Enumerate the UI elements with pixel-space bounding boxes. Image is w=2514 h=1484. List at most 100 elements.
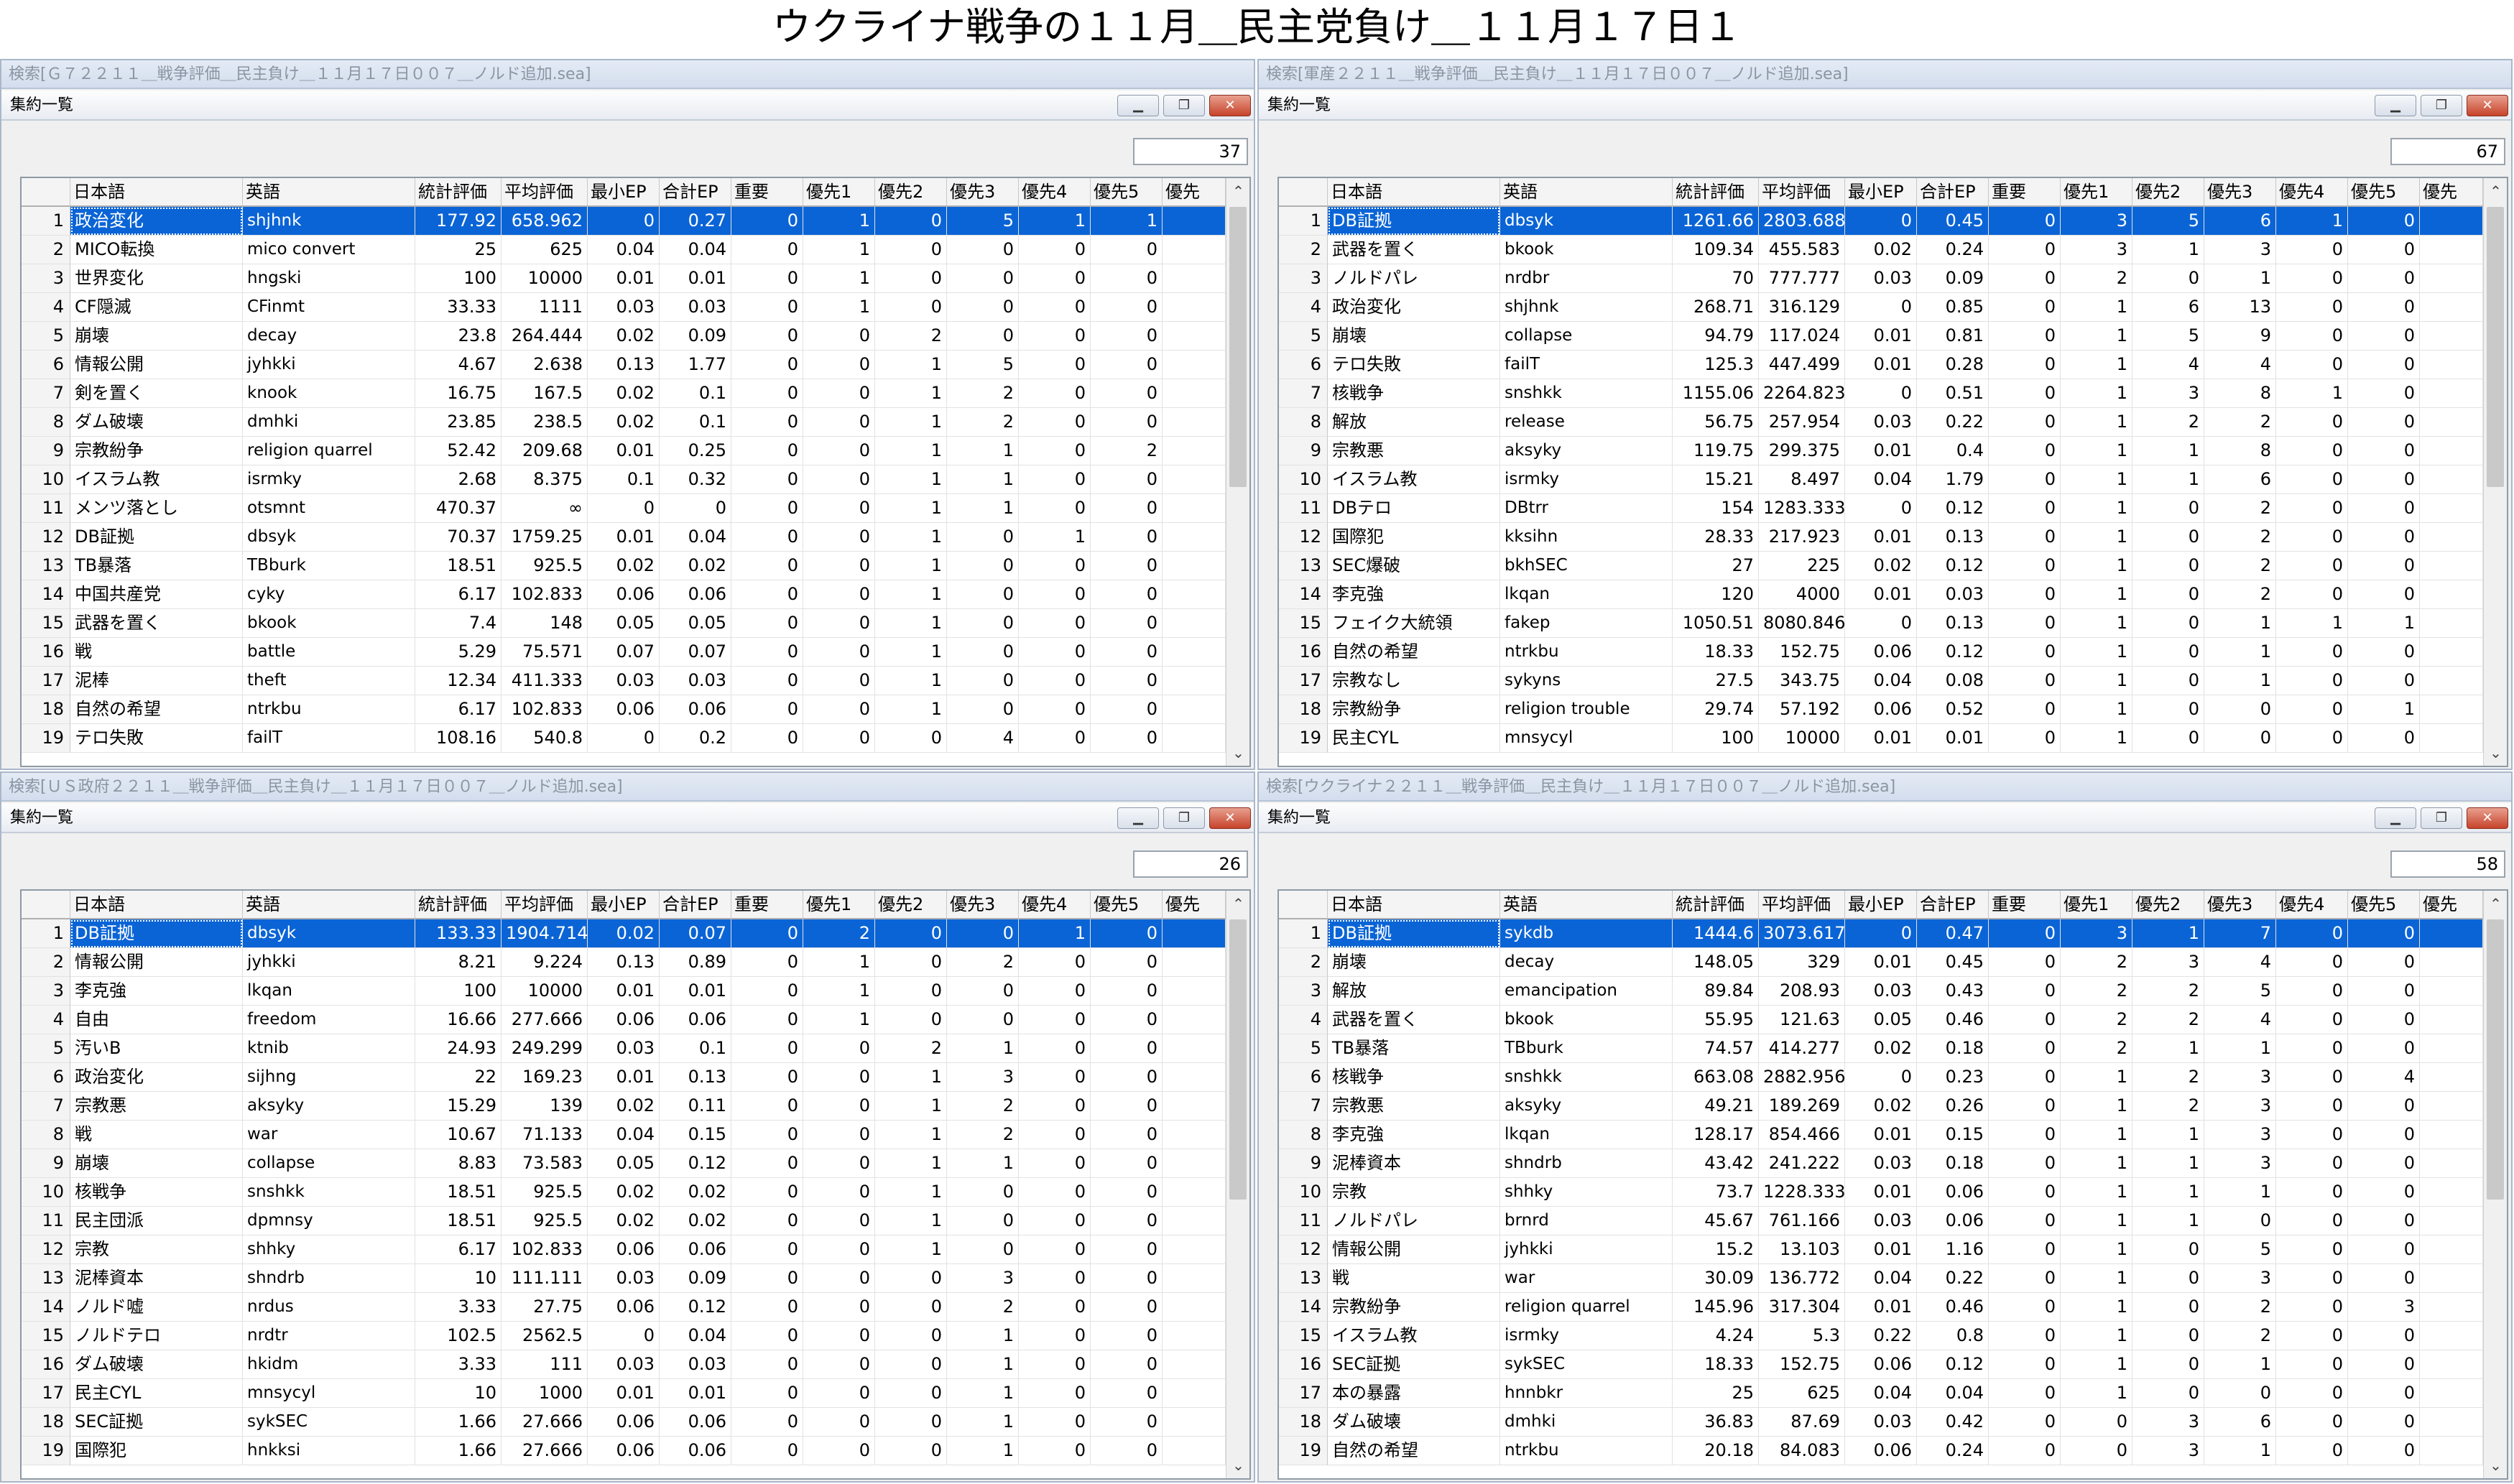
column-header[interactable]: 平均評価 [1759, 891, 1845, 919]
scroll-thumb[interactable] [1229, 919, 1247, 1200]
column-header[interactable]: 優先 [1163, 178, 1226, 207]
table-row[interactable]: 5 崩壊 collapse 94.79 117.024 0.01 0.81 0 1 5 9 0 0 [1279, 322, 2483, 351]
table-row[interactable]: 3 解放 emancipation 89.84 208.93 0.03 0.43 0 2 2 5 0 0 [1279, 977, 2483, 1006]
column-header[interactable]: 合計EP [1917, 891, 1989, 919]
table-row[interactable]: 7 宗教悪 aksyky 49.21 189.269 0.02 0.26 0 1 2 3 0 0 [1279, 1092, 2483, 1121]
table-row[interactable]: 18 ダム破壊 dmhki 36.83 87.69 0.03 0.42 0 0 3 6 0 0 [1279, 1408, 2483, 1437]
column-header[interactable]: 優先2 [875, 891, 947, 919]
column-header[interactable]: 優先3 [2204, 178, 2276, 207]
column-header[interactable]: 統計評価 [1673, 178, 1759, 207]
column-header[interactable]: 英語 [1500, 891, 1673, 919]
table-row[interactable]: 19 自然の希望 ntrkbu 20.18 84.083 0.06 0.24 0 0 3 1 0 0 [1279, 1437, 2483, 1465]
vertical-scrollbar[interactable]: ⌃ ⌄ [1226, 178, 1249, 766]
column-header[interactable]: 優先5 [1091, 891, 1163, 919]
column-header[interactable]: 最小EP [1845, 178, 1917, 207]
table-row[interactable]: 4 政治変化 shjhnk 268.71 316.129 0 0.85 0 1 6 13 0 0 [1279, 293, 2483, 322]
table-row[interactable]: 7 核戦争 snshkk 1155.06 2264.823 0 0.51 0 1 3 8 1 0 [1279, 379, 2483, 408]
scroll-thumb[interactable] [1229, 207, 1247, 487]
column-header[interactable]: 英語 [1500, 178, 1673, 207]
close-button[interactable]: ✕ [1209, 95, 1251, 116]
table-row[interactable]: 19 民主CYL mnsycyl 100 10000 0.01 0.01 0 1 0 0 0 0 [1279, 724, 2483, 753]
column-header[interactable]: 重要 [731, 891, 803, 919]
column-header[interactable]: 日本語 [70, 178, 243, 207]
column-header[interactable]: 優先3 [947, 178, 1019, 207]
close-button[interactable]: ✕ [2467, 807, 2508, 829]
minimize-button[interactable]: ▁ [2375, 807, 2416, 829]
column-header[interactable]: 合計EP [660, 178, 731, 207]
restore-button[interactable]: ❐ [2421, 807, 2462, 829]
scroll-down-icon[interactable]: ⌄ [2484, 740, 2508, 766]
scroll-down-icon[interactable]: ⌄ [1226, 1452, 1250, 1478]
table-row[interactable]: 14 ノルド嘘 nrdus 3.33 27.75 0.06 0.12 0 0 0 2 0 0 [22, 1293, 1226, 1322]
table-row[interactable]: 18 SEC証拠 sykSEC 1.66 27.666 0.06 0.06 0 0 0 1 0 0 [22, 1408, 1226, 1437]
table-row[interactable]: 9 宗教紛争 religion quarrel 52.42 209.68 0.01 0.25… [22, 437, 1226, 465]
minimize-button[interactable]: ▁ [2375, 95, 2416, 116]
table-row[interactable]: 13 戦 war 30.09 136.772 0.04 0.22 0 1 0 3 0 0 [1279, 1264, 2483, 1293]
table-row[interactable]: 14 宗教紛争 religion quarrel 145.96 317.304 0.01 0… [1279, 1293, 2483, 1322]
table-row[interactable]: 3 ノルドパレ nrdbr 70 777.777 0.03 0.09 0 2 0 1 0 0 [1279, 264, 2483, 293]
column-header[interactable]: 重要 [731, 178, 803, 207]
table-row[interactable]: 12 情報公開 jyhkki 15.2 13.103 0.01 1.16 0 1 0 5 0 0 [1279, 1235, 2483, 1264]
column-header[interactable]: 優先2 [875, 178, 947, 207]
column-header[interactable]: 日本語 [70, 891, 243, 919]
restore-button[interactable]: ❐ [1163, 807, 1205, 829]
column-header[interactable]: 優先3 [947, 891, 1019, 919]
table-row[interactable]: 16 自然の希望 ntrkbu 18.33 152.75 0.06 0.12 0 1 0 1 0 0 [1279, 638, 2483, 667]
window-titlebar[interactable]: 集約一覧 ▁ ❐ ✕ [1, 91, 1254, 121]
table-row[interactable]: 11 ノルドパレ brnrd 45.67 761.166 0.03 0.06 0 1 1 0 0 0 [1279, 1207, 2483, 1235]
column-header[interactable]: 優先3 [2204, 891, 2276, 919]
table-row[interactable]: 6 政治変化 sijhng 22 169.23 0.01 0.13 0 0 1 3 0 0 [22, 1063, 1226, 1092]
column-header[interactable]: 重要 [1989, 891, 2061, 919]
table-row[interactable]: 1 政治変化 shjhnk 177.92 658.962 0 0.27 0 1 0 5 1 1 [22, 207, 1226, 236]
column-header[interactable]: 優先1 [803, 891, 875, 919]
column-header[interactable]: 優先2 [2132, 891, 2204, 919]
column-header[interactable] [1279, 891, 1328, 919]
vertical-scrollbar[interactable]: ⌃ ⌄ [1226, 891, 1249, 1478]
column-header[interactable]: 英語 [243, 891, 415, 919]
column-header[interactable]: 日本語 [1328, 891, 1500, 919]
column-header[interactable]: 最小EP [1845, 891, 1917, 919]
table-row[interactable]: 5 TB暴落 TBburk 74.57 414.277 0.02 0.18 0 2 1 1 0 0 [1279, 1034, 2483, 1063]
table-row[interactable]: 3 世界変化 hngski 100 10000 0.01 0.01 0 1 0 0 0 0 [22, 264, 1226, 293]
restore-button[interactable]: ❐ [2421, 95, 2462, 116]
column-header[interactable]: 優先4 [2276, 178, 2348, 207]
column-header[interactable]: 優先 [2420, 178, 2483, 207]
table-row[interactable]: 7 宗教悪 aksyky 15.29 139 0.02 0.11 0 0 1 2 0 0 [22, 1092, 1226, 1121]
close-button[interactable]: ✕ [1209, 807, 1251, 829]
scroll-up-icon[interactable]: ⌃ [2484, 178, 2508, 204]
table-row[interactable]: 5 崩壊 decay 23.8 264.444 0.02 0.09 0 0 2 0 0 0 [22, 322, 1226, 351]
column-header[interactable]: 優先1 [2061, 891, 2132, 919]
table-row[interactable]: 8 戦 war 10.67 71.133 0.04 0.15 0 0 1 2 0 0 [22, 1121, 1226, 1149]
column-header[interactable]: 英語 [243, 178, 415, 207]
table-row[interactable]: 10 イスラム教 isrmky 2.68 8.375 0.1 0.32 0 0 1 1 0 0 [22, 465, 1226, 494]
column-header[interactable]: 合計EP [1917, 178, 1989, 207]
table-row[interactable]: 2 武器を置く bkook 109.34 455.583 0.02 0.24 0 3 1 3 0 0 [1279, 236, 2483, 264]
table-row[interactable]: 1 DB証拠 dbsyk 1261.66 2803.688 0 0.45 0 3 5 6 1 0 [1279, 207, 2483, 236]
column-header[interactable]: 優先 [1163, 891, 1226, 919]
column-header[interactable]: 合計EP [660, 891, 731, 919]
table-row[interactable]: 15 武器を置く bkook 7.4 148 0.05 0.05 0 0 1 0 0 0 [22, 609, 1226, 638]
column-header[interactable]: 優先5 [2348, 891, 2420, 919]
table-row[interactable]: 11 メンツ落とし otsmnt 470.37 ∞ 0 0 0 0 1 1 0 0 [22, 494, 1226, 523]
column-header[interactable]: 統計評価 [415, 178, 502, 207]
table-row[interactable]: 10 宗教 shhky 73.7 1228.333 0.01 0.06 0 1 1 1 0 0 [1279, 1178, 2483, 1207]
table-row[interactable]: 9 崩壊 collapse 8.83 73.583 0.05 0.12 0 0 1 1 0 0 [22, 1149, 1226, 1178]
column-header[interactable] [22, 891, 70, 919]
column-header[interactable]: 平均評価 [502, 891, 588, 919]
table-row[interactable]: 15 フェイク大統領 fakep 1050.51 8080.846 0 0.13 0 1 0 1 1 1 [1279, 609, 2483, 638]
table-row[interactable]: 4 武器を置く bkook 55.95 121.63 0.05 0.46 0 2 2 4 0 0 [1279, 1006, 2483, 1034]
column-header[interactable]: 優先1 [2061, 178, 2132, 207]
column-header[interactable]: 平均評価 [502, 178, 588, 207]
table-row[interactable]: 12 宗教 shhky 6.17 102.833 0.06 0.06 0 0 1 0 0 0 [22, 1235, 1226, 1264]
table-row[interactable]: 17 泥棒 theft 12.34 411.333 0.03 0.03 0 0 1 0 0 0 [22, 667, 1226, 695]
restore-button[interactable]: ❐ [1163, 95, 1205, 116]
table-row[interactable]: 13 SEC爆破 bkhSEC 27 225 0.02 0.12 0 1 0 2 0 0 [1279, 552, 2483, 580]
column-header[interactable]: 平均評価 [1759, 178, 1845, 207]
vertical-scrollbar[interactable]: ⌃ ⌄ [2483, 891, 2507, 1478]
column-header[interactable]: 優先5 [2348, 178, 2420, 207]
column-header[interactable]: 優先5 [1091, 178, 1163, 207]
vertical-scrollbar[interactable]: ⌃ ⌄ [2483, 178, 2507, 766]
column-header[interactable] [22, 178, 70, 207]
scroll-down-icon[interactable]: ⌄ [2484, 1452, 2508, 1478]
scroll-thumb[interactable] [2487, 207, 2504, 487]
